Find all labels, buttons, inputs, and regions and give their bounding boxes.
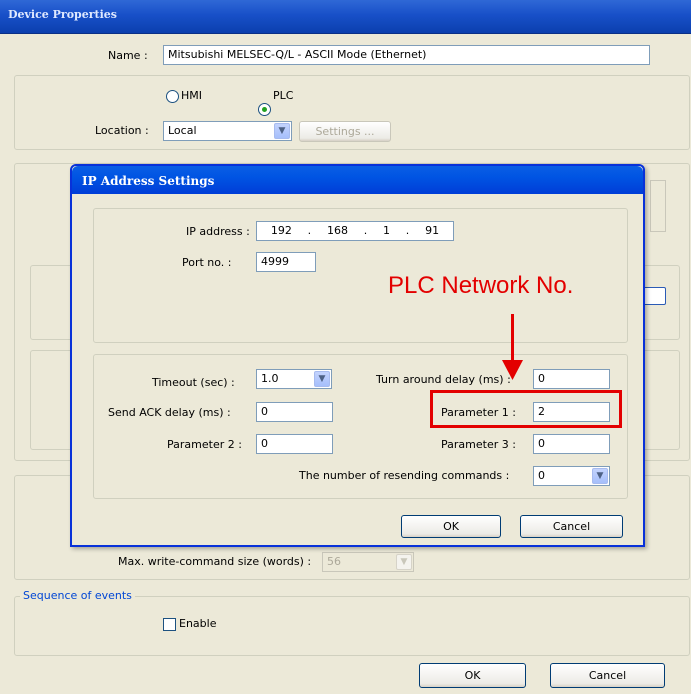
chevron-down-icon[interactable]: ▼ — [592, 468, 608, 484]
chevron-down-icon[interactable]: ▼ — [314, 371, 330, 387]
radio-hmi[interactable] — [166, 90, 179, 103]
ip-address-field[interactable]: 192. 168. 1. 91 — [256, 221, 454, 241]
location-value: Local — [168, 124, 197, 137]
param3-label: Parameter 3 : — [441, 438, 516, 451]
timeout-select[interactable]: 1.0 ▼ — [256, 369, 332, 389]
turn-around-field[interactable]: 0 — [533, 369, 610, 389]
ok-button[interactable]: OK — [419, 663, 526, 688]
max-write-label: Max. write-command size (words) : — [118, 555, 312, 568]
param2-field[interactable]: 0 — [256, 434, 333, 454]
resend-label: The number of resending commands : — [299, 469, 510, 482]
radio-hmi-label: HMI — [181, 89, 203, 102]
resend-select[interactable]: 0 ▼ — [533, 466, 610, 486]
window-title: Device Properties — [8, 8, 117, 21]
name-label: Name : — [108, 49, 148, 62]
ip-octet-2: 168 — [326, 224, 348, 237]
ip-octet-1: 192 — [270, 224, 292, 237]
location-select[interactable]: Local ▼ — [163, 121, 292, 141]
enable-checkbox[interactable] — [163, 618, 176, 631]
port-field[interactable]: 4999 — [256, 252, 316, 272]
window-titlebar: Device Properties — [0, 0, 691, 34]
param2-label: Parameter 2 : — [167, 438, 242, 451]
background-button-fragment — [650, 180, 666, 232]
send-ack-label: Send ACK delay (ms) : — [108, 406, 231, 419]
settings-button[interactable]: Settings ... — [299, 121, 391, 142]
sequence-group-title: Sequence of events — [20, 589, 135, 602]
max-write-select[interactable]: 56 ▼ — [322, 552, 414, 572]
timeout-label: Timeout (sec) : — [152, 376, 235, 389]
ip-octet-4: 91 — [425, 224, 440, 237]
timeout-value: 1.0 — [261, 372, 279, 385]
param3-field[interactable]: 0 — [533, 434, 610, 454]
ip-dot: . — [405, 224, 410, 237]
enable-label: Enable — [179, 617, 217, 630]
ip-ok-button[interactable]: OK — [401, 515, 501, 538]
ip-dialog-titlebar: IP Address Settings — [72, 166, 643, 194]
ip-cancel-button[interactable]: Cancel — [520, 515, 623, 538]
ip-octet-3: 1 — [383, 224, 391, 237]
annotation-highlight-box — [430, 390, 622, 428]
annotation-arrow-shaft — [511, 314, 514, 364]
cancel-button[interactable]: Cancel — [550, 663, 665, 688]
port-label: Port no. : — [182, 256, 232, 269]
ip-dot: . — [307, 224, 312, 237]
turn-around-label: Turn around delay (ms) : — [376, 373, 511, 386]
max-write-value: 56 — [327, 555, 341, 568]
annotation-text: PLC Network No. — [388, 272, 574, 299]
sequence-groupbox — [14, 596, 690, 656]
ip-settings-dialog: IP Address Settings IP address : 192. 16… — [70, 164, 645, 547]
send-ack-field[interactable]: 0 — [256, 402, 333, 422]
resend-value: 0 — [538, 469, 545, 482]
ip-dialog-title: IP Address Settings — [82, 174, 215, 188]
chevron-down-icon[interactable]: ▼ — [274, 123, 290, 139]
annotation-arrowhead-icon — [502, 360, 523, 380]
radio-plc-label: PLC — [273, 89, 294, 102]
location-label: Location : — [95, 124, 149, 137]
ip-dot: . — [363, 224, 368, 237]
chevron-down-icon[interactable]: ▼ — [396, 554, 412, 570]
name-field[interactable]: Mitsubishi MELSEC-Q/L - ASCII Mode (Ethe… — [163, 45, 650, 65]
ip-address-label: IP address : — [186, 225, 250, 238]
radio-plc[interactable] — [258, 103, 271, 116]
